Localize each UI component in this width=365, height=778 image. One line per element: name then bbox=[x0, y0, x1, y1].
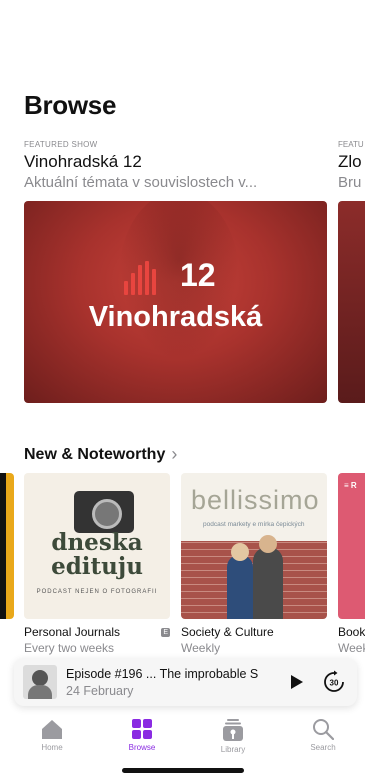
cover-logo: bellissimo bbox=[191, 485, 320, 515]
cover-tagline: PODCAST NEJEN O FOTOGRAFII bbox=[36, 589, 158, 595]
cover-tagline: podcast markety e mírka čepických bbox=[203, 521, 305, 528]
podcast-card[interactable]: dneska edituju PODCAST NEJEN O FOTOGRAFI… bbox=[24, 473, 170, 655]
episode-title: Episode #196 ... The improbable S bbox=[66, 667, 259, 681]
new-noteworthy-header[interactable]: New & Noteworthy › bbox=[24, 444, 177, 465]
camera-icon bbox=[74, 491, 134, 533]
search-icon bbox=[313, 719, 334, 740]
featured-peek-subtitle: Bru bbox=[338, 174, 362, 191]
featured-artwork[interactable]: 12 Vinohradská bbox=[24, 201, 327, 403]
artwork-brand: Vinohradská bbox=[88, 301, 263, 333]
podcast-cover[interactable]: bellissimo podcast markety e mírka čepic… bbox=[181, 473, 327, 619]
section-title: New & Noteworthy bbox=[24, 445, 166, 463]
podcast-category-row: Society & Culture bbox=[181, 625, 327, 639]
podcast-category-peek: Book bbox=[338, 625, 365, 639]
podcast-category-row: Personal Journals E bbox=[24, 625, 170, 639]
tab-home[interactable]: Home bbox=[17, 718, 87, 752]
episode-date: 24 February bbox=[66, 684, 134, 698]
cover-person bbox=[253, 547, 283, 619]
podcast-frequency-peek: Week bbox=[338, 641, 365, 655]
cover-title-line: dneska bbox=[51, 529, 143, 556]
skip-label: 30 bbox=[330, 679, 339, 688]
tab-label: Home bbox=[41, 743, 63, 752]
skip-forward-button[interactable]: 30 bbox=[322, 670, 346, 694]
featured-subtitle: Aktuální témata v souvislostech v... bbox=[24, 174, 258, 191]
cover-title-line: edituju bbox=[51, 553, 143, 580]
bars-logo-icon bbox=[124, 261, 156, 295]
tab-label: Library bbox=[220, 745, 246, 754]
tab-label: Browse bbox=[128, 743, 156, 752]
featured-title: Vinohradská 12 bbox=[24, 152, 142, 171]
cover-person-head bbox=[259, 535, 277, 553]
featured-kicker: FEATURED SHOW bbox=[24, 140, 98, 149]
tab-label: Search bbox=[310, 743, 336, 752]
podcast-cover-peek-left[interactable] bbox=[0, 473, 14, 619]
status-bar bbox=[0, 0, 365, 44]
home-icon bbox=[42, 720, 62, 739]
podcast-cover[interactable]: dneska edituju PODCAST NEJEN O FOTOGRAFI… bbox=[24, 473, 170, 619]
tab-browse[interactable]: Browse bbox=[107, 718, 177, 752]
cover-person bbox=[227, 555, 253, 619]
featured-peek-artwork bbox=[338, 201, 365, 403]
tab-library[interactable]: Library bbox=[198, 718, 268, 754]
mini-player[interactable]: Episode #196 ... The improbable S 24 Feb… bbox=[14, 658, 357, 706]
featured-peek-kicker: FEATU bbox=[338, 140, 364, 149]
explicit-badge: E bbox=[161, 627, 170, 637]
cover-peek-label: ≡ R bbox=[344, 481, 357, 490]
podcast-category: Personal Journals bbox=[24, 625, 121, 639]
podcast-cover-peek-right[interactable]: ≡ R bbox=[338, 473, 365, 619]
library-icon bbox=[223, 719, 243, 741]
podcast-frequency: Every two weeks bbox=[24, 641, 115, 655]
browse-icon bbox=[132, 719, 152, 739]
tab-search[interactable]: Search bbox=[288, 718, 358, 752]
cover-person-head bbox=[231, 543, 249, 561]
page-title: Browse bbox=[24, 90, 117, 120]
episode-artwork bbox=[23, 665, 57, 699]
featured-show-card-peek[interactable]: FEATU Zlo Bru bbox=[338, 140, 365, 403]
podcast-card[interactable]: bellissimo podcast markety e mírka čepic… bbox=[181, 473, 327, 655]
artwork-number: 12 bbox=[180, 257, 216, 293]
podcast-category: Society & Culture bbox=[181, 625, 274, 639]
chevron-right-icon: › bbox=[171, 444, 178, 464]
play-icon bbox=[291, 675, 303, 689]
home-indicator bbox=[122, 768, 244, 773]
featured-show-card[interactable]: FEATURED SHOW Vinohradská 12 Aktuální té… bbox=[24, 140, 327, 403]
play-button[interactable] bbox=[284, 670, 308, 694]
podcast-frequency: Weekly bbox=[181, 641, 221, 655]
featured-peek-title: Zlo bbox=[338, 152, 362, 171]
skip-forward-30-icon: 30 bbox=[324, 670, 344, 692]
